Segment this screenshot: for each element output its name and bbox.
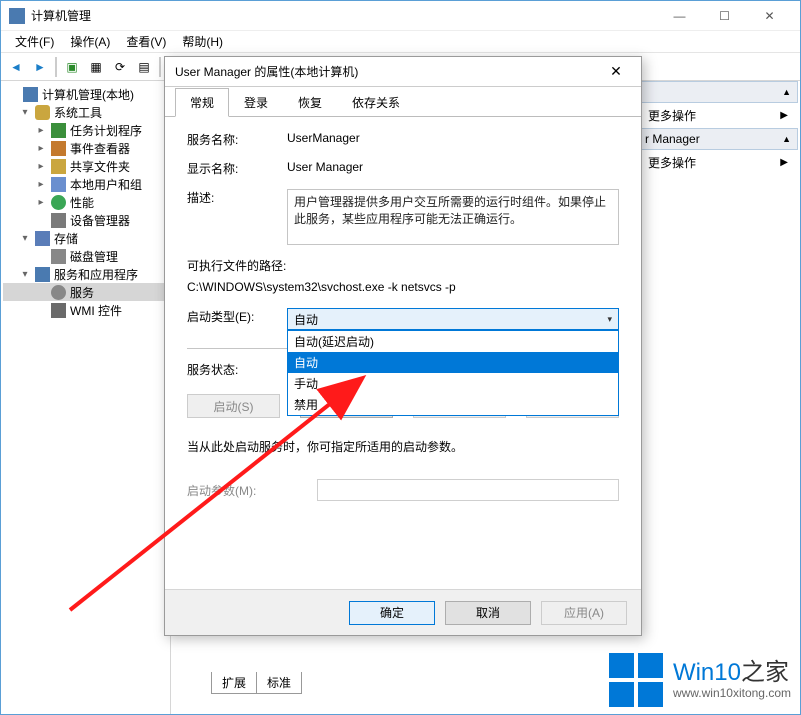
tree-disk[interactable]: 磁盘管理 (3, 247, 168, 265)
value-exe-path: C:\WINDOWS\system32\svchost.exe -k netsv… (187, 280, 619, 294)
arrow-icon: ▶ (780, 110, 788, 121)
refresh-button[interactable]: ⟳ (109, 56, 131, 78)
tree-storage[interactable]: ▾存储 (3, 229, 168, 247)
storage-icon (35, 231, 50, 246)
option-auto-delayed[interactable]: 自动(延迟启动) (288, 331, 618, 352)
actions-header-1[interactable]: ▲ (638, 81, 798, 103)
startup-type-dropdown: 自动(延迟启动) 自动 手动 禁用 (287, 330, 619, 416)
collapse-icon: ▲ (782, 134, 791, 144)
dialog-titlebar: User Manager 的属性(本地计算机) ✕ (165, 57, 641, 87)
windows-logo-icon (609, 653, 663, 707)
scheduler-icon (51, 123, 66, 138)
value-service-name: UserManager (287, 131, 619, 145)
separator (159, 57, 161, 77)
back-button[interactable]: ◄ (5, 56, 27, 78)
forward-button[interactable]: ► (29, 56, 51, 78)
hint-text: 当从此处启动服务时，你可指定所适用的启动参数。 (187, 438, 619, 455)
label-description: 描述: (187, 189, 287, 206)
tree-systools[interactable]: ▾系统工具 (3, 103, 168, 121)
tree-root[interactable]: 计算机管理(本地) (3, 85, 168, 103)
tree-performance[interactable]: ▸性能 (3, 193, 168, 211)
actions-more-1[interactable]: 更多操作▶ (638, 103, 798, 128)
option-manual[interactable]: 手动 (288, 373, 618, 394)
separator (55, 57, 57, 77)
tree-services[interactable]: 服务 (3, 283, 168, 301)
tab-general[interactable]: 常规 (175, 88, 229, 117)
window-title: 计算机管理 (31, 7, 657, 24)
menubar: 文件(F) 操作(A) 查看(V) 帮助(H) (1, 31, 800, 53)
menu-help[interactable]: 帮助(H) (174, 31, 231, 52)
label-startup-type: 启动类型(E): (187, 308, 287, 325)
start-button[interactable]: 启动(S) (187, 394, 280, 418)
event-icon (51, 141, 66, 156)
actions-panel: ▲ 更多操作▶ r Manager▲ 更多操作▶ (638, 81, 798, 175)
menu-file[interactable]: 文件(F) (7, 31, 62, 52)
label-start-params: 启动参数(M): (187, 482, 317, 499)
tree-eventviewer[interactable]: ▸事件查看器 (3, 139, 168, 157)
minimize-button[interactable]: — (657, 1, 702, 30)
tab-standard[interactable]: 标准 (256, 672, 302, 694)
description-textarea[interactable]: 用户管理器提供多用户交互所需要的运行时组件。如果停止此服务，某些应用程序可能无法… (287, 189, 619, 245)
tab-logon[interactable]: 登录 (229, 88, 283, 117)
up-button[interactable]: ▣ (61, 56, 83, 78)
titlebar: 计算机管理 — ☐ ✕ (1, 1, 800, 31)
watermark-url: www.win10xitong.com (673, 687, 791, 700)
export-button[interactable]: ▤ (133, 56, 155, 78)
gear-icon (51, 285, 66, 300)
tree-devmgr[interactable]: 设备管理器 (3, 211, 168, 229)
tab-dependencies[interactable]: 依存关系 (337, 88, 415, 117)
dialog-close-button[interactable]: ✕ (601, 57, 631, 87)
collapse-icon: ▲ (782, 87, 791, 97)
performance-icon (51, 195, 66, 210)
actions-header-2[interactable]: r Manager▲ (638, 128, 798, 150)
tree-scheduler[interactable]: ▸任务计划程序 (3, 121, 168, 139)
app-icon (9, 8, 25, 24)
tree-shared[interactable]: ▸共享文件夹 (3, 157, 168, 175)
option-auto[interactable]: 自动 (288, 352, 618, 373)
menu-view[interactable]: 查看(V) (118, 31, 174, 52)
tab-recovery[interactable]: 恢复 (283, 88, 337, 117)
dialog-footer: 确定 取消 应用(A) (165, 589, 641, 635)
value-display-name: User Manager (287, 160, 619, 174)
share-icon (51, 159, 66, 174)
startup-selected: 自动 (294, 311, 318, 328)
actions-more-2[interactable]: 更多操作▶ (638, 150, 798, 175)
label-display-name: 显示名称: (187, 160, 287, 177)
close-button[interactable]: ✕ (747, 1, 792, 30)
computer-icon (23, 87, 38, 102)
tree-wmi[interactable]: WMI 控件 (3, 301, 168, 319)
dialog-body: 服务名称: UserManager 显示名称: User Manager 描述:… (165, 117, 641, 501)
watermark-brand: Win10之家 (673, 660, 791, 686)
tools-icon (35, 105, 50, 120)
tab-extended[interactable]: 扩展 (211, 672, 257, 694)
start-params-input[interactable] (317, 479, 619, 501)
tree-users[interactable]: ▸本地用户和组 (3, 175, 168, 193)
label-service-name: 服务名称: (187, 131, 287, 148)
device-icon (51, 213, 66, 228)
ok-button[interactable]: 确定 (349, 601, 435, 625)
dialog-tabs: 常规 登录 恢复 依存关系 (165, 87, 641, 117)
bottom-tabs: 扩展 标准 (211, 672, 301, 694)
dialog-title: User Manager 的属性(本地计算机) (175, 63, 358, 80)
wmi-icon (51, 303, 66, 318)
disk-icon (51, 249, 66, 264)
maximize-button[interactable]: ☐ (702, 1, 747, 30)
tree-panel: 计算机管理(本地) ▾系统工具 ▸任务计划程序 ▸事件查看器 ▸共享文件夹 ▸本… (1, 81, 171, 714)
svcapp-icon (35, 267, 50, 282)
users-icon (51, 177, 66, 192)
watermark: Win10之家 www.win10xitong.com (609, 653, 791, 707)
label-exe-path: 可执行文件的路径: (187, 257, 619, 274)
startup-type-select[interactable]: 自动 ▾ (287, 308, 619, 330)
chevron-down-icon: ▾ (607, 314, 612, 325)
tree-svcapp[interactable]: ▾服务和应用程序 (3, 265, 168, 283)
properties-button[interactable]: ▦ (85, 56, 107, 78)
label-service-status: 服务状态: (187, 361, 287, 378)
apply-button[interactable]: 应用(A) (541, 601, 627, 625)
properties-dialog: User Manager 的属性(本地计算机) ✕ 常规 登录 恢复 依存关系 … (164, 56, 642, 636)
cancel-button[interactable]: 取消 (445, 601, 531, 625)
arrow-icon: ▶ (780, 157, 788, 168)
menu-action[interactable]: 操作(A) (62, 31, 118, 52)
option-disabled[interactable]: 禁用 (288, 394, 618, 415)
